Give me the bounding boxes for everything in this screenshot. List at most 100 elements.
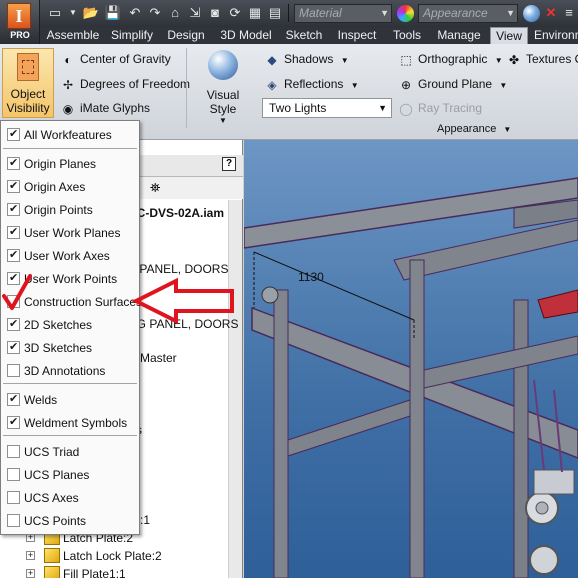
menu-item-ucs-planes[interactable]: UCS Planes <box>1 463 139 486</box>
shadows-button[interactable]: ◆ Shadows ▼ <box>264 50 348 68</box>
degrees-of-freedom-button[interactable]: ✢ Degrees of Freedom <box>60 75 190 93</box>
textures-button[interactable]: ✤ Textures O <box>506 50 578 68</box>
menu-item-label: UCS Triad <box>24 445 80 459</box>
visual-style-button[interactable]: Visual Style ▼ <box>192 48 254 125</box>
browser-scrollbar[interactable] <box>228 200 242 578</box>
appearance-panel-title[interactable]: Appearance ▼ <box>437 123 511 135</box>
menu-item-origin-axes[interactable]: Origin Axes <box>1 175 139 198</box>
appearance-select[interactable]: Appearance ▼ <box>418 4 518 23</box>
menu-item-user-work-planes[interactable]: User Work Planes <box>1 221 139 244</box>
visual-style-sphere-icon <box>208 50 238 80</box>
menu-item-label: User Work Axes <box>24 249 110 263</box>
ribbon-divider <box>186 48 187 128</box>
tree-item-label: Latch Lock Plate:2 <box>63 549 162 563</box>
menu-item-label: UCS Planes <box>24 468 90 482</box>
center-of-gravity-label: Center of Gravity <box>80 52 171 66</box>
new-dropdown-icon[interactable]: ▼ <box>64 4 82 22</box>
menu-item-user-work-axes[interactable]: User Work Axes <box>1 244 139 267</box>
tab-assemble[interactable]: Assemble <box>44 27 102 44</box>
clear-override-icon[interactable]: ✕ <box>542 4 560 22</box>
menu-item-ucs-triad[interactable]: UCS Triad <box>1 440 139 463</box>
menu-item-label: 3D Annotations <box>24 364 106 378</box>
browser-node[interactable]: Master <box>140 351 177 365</box>
imate-glyphs-button[interactable]: ◉ iMate Glyphs <box>60 99 150 117</box>
menu-item-ucs-axes[interactable]: UCS Axes <box>1 486 139 509</box>
tree-item[interactable]: + Fill Plate1:1 <box>0 565 228 578</box>
chevron-down-icon: ▼ <box>378 103 387 113</box>
menu-item-all-workfeatures[interactable]: All Workfeatures <box>1 123 139 146</box>
assembly-title[interactable]: HC-DVS-02A.iam <box>128 206 224 220</box>
lighting-style-select[interactable]: Two Lights ▼ <box>262 98 392 118</box>
tree-item[interactable]: + Latch Lock Plate:2 <box>0 547 228 565</box>
object-visibility-button[interactable]: Object Visibility <box>2 48 54 118</box>
orthographic-button[interactable]: ⬚ Orthographic ▼ <box>398 50 502 68</box>
checkbox-icon <box>7 202 20 216</box>
material-select[interactable]: Material ▼ <box>294 4 392 23</box>
color-wheel-icon[interactable] <box>397 5 414 22</box>
material-placeholder: Material <box>299 6 342 20</box>
ribbon-tabs: Assemble Simplify Design 3D Model Sketch… <box>40 27 578 44</box>
reflections-icon: ◈ <box>267 77 277 92</box>
shadows-label: Shadows <box>284 52 334 66</box>
imate-glyphs-label: iMate Glyphs <box>80 101 151 115</box>
expand-icon[interactable]: + <box>26 551 35 560</box>
application-menu-button[interactable]: I PRO <box>0 0 40 44</box>
home-view-icon[interactable]: ⌂ <box>166 4 184 22</box>
camera-icon[interactable]: ◙ <box>206 4 224 22</box>
reflections-button[interactable]: ◈ Reflections ▼ <box>264 75 358 93</box>
menu-item-weldment-symbols[interactable]: Weldment Symbols <box>1 411 139 434</box>
help-icon[interactable]: ? <box>222 157 236 171</box>
tab-sketch[interactable]: Sketch <box>282 27 326 44</box>
imate-glyphs-icon: ◉ <box>62 101 74 116</box>
tab-environments[interactable]: Environme <box>534 27 578 44</box>
expand-icon[interactable]: + <box>26 569 35 578</box>
orthographic-icon: ⬚ <box>400 52 412 67</box>
inventor-logo-icon: I <box>7 3 31 29</box>
tab-3d-model[interactable]: 3D Model <box>216 27 276 44</box>
red-checkmark-icon <box>2 274 32 310</box>
tab-simplify[interactable]: Simplify <box>106 27 158 44</box>
orthographic-label: Orthographic <box>418 52 488 66</box>
open-folder-icon[interactable]: 📂 <box>82 4 100 22</box>
menu-item-label: Origin Planes <box>24 157 97 171</box>
annotation-overlay <box>2 274 234 325</box>
checkbox-icon <box>7 392 20 406</box>
redo-icon[interactable]: ↷ <box>146 4 164 22</box>
tab-inspect[interactable]: Inspect <box>334 27 380 44</box>
menu-item-label: 3D Sketches <box>24 341 93 355</box>
update-icon[interactable]: ⟳ <box>226 4 244 22</box>
tab-view[interactable]: View <box>490 27 528 44</box>
menu-item-label: UCS Points <box>24 514 87 528</box>
menu-item-ucs-points[interactable]: UCS Points <box>1 509 139 532</box>
parameters-icon[interactable]: ▤ <box>266 4 284 22</box>
select-icon[interactable]: ⇲ <box>186 4 204 22</box>
checkbox-icon <box>7 514 20 527</box>
tab-manage[interactable]: Manage <box>434 27 484 44</box>
save-icon[interactable]: 💾 <box>104 4 122 22</box>
adjust-icon[interactable]: ≡ <box>560 4 578 22</box>
menu-item-welds[interactable]: Welds <box>1 388 139 411</box>
checkbox-icon <box>7 248 20 262</box>
tab-tools[interactable]: Tools <box>388 27 426 44</box>
new-file-icon[interactable]: ▭ <box>46 4 64 22</box>
undo-icon[interactable]: ↶ <box>126 4 144 22</box>
find-binoculars-icon[interactable]: ⛯ <box>150 180 160 196</box>
dimension-label[interactable]: 1130 <box>298 270 324 284</box>
graphics-viewport[interactable]: 1130 <box>244 140 578 578</box>
menu-item-origin-points[interactable]: Origin Points <box>1 198 139 221</box>
browser-node[interactable]: :1 <box>140 513 150 527</box>
tab-design[interactable]: Design <box>164 27 208 44</box>
menu-item-3d-annotations[interactable]: 3D Annotations <box>1 359 139 382</box>
menu-divider <box>3 435 137 436</box>
ground-plane-button[interactable]: ⊕ Ground Plane ▼ <box>398 75 507 93</box>
visual-style-label: Visual Style <box>206 88 240 116</box>
chevron-down-icon: ▼ <box>380 8 389 18</box>
menu-item-origin-planes[interactable]: Origin Planes <box>1 152 139 175</box>
checkbox-icon <box>7 156 20 170</box>
red-arrow-icon <box>131 277 234 325</box>
center-of-gravity-button[interactable]: ◐ Center of Gravity <box>60 50 171 68</box>
measure-icon[interactable]: ▦ <box>246 4 264 22</box>
lighting-style-value: Two Lights <box>269 101 327 115</box>
appearance-sphere-icon[interactable] <box>523 5 540 22</box>
chevron-down-icon: ▼ <box>219 116 227 125</box>
